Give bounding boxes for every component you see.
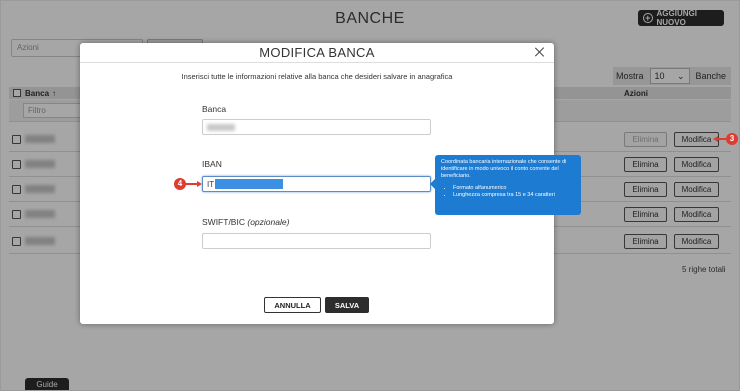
bank-value-blurred [207, 124, 235, 131]
save-button[interactable]: SALVA [325, 297, 369, 313]
iban-input[interactable]: IT [202, 176, 431, 192]
tooltip-item: Formato alfanumerico [453, 185, 575, 192]
step-marker-3: 3 [726, 133, 738, 145]
bank-input[interactable] [202, 119, 431, 135]
modal-title: MODIFICA BANCA [80, 43, 554, 63]
arrow-line [717, 138, 726, 140]
tooltip-text: Coordinata bancaria internazionale che c… [441, 159, 567, 179]
modal-intro: Inserisci tutte le informazioni relative… [181, 72, 453, 81]
swift-label: SWIFT/BIC (opzionale) [202, 217, 289, 227]
screen: BANCHE + AGGIUNGI NUOVO Azioni Mostra 10… [0, 0, 740, 391]
iban-label: IBAN [202, 159, 222, 169]
bank-label: Banca [202, 104, 227, 114]
cancel-button[interactable]: ANNULLA [264, 297, 321, 313]
swift-label-text: SWIFT/BIC [202, 217, 245, 227]
tooltip-item: Lunghezza compresa tra 15 e 34 caratteri [453, 192, 575, 199]
tooltip-list: Formato alfanumerico Lunghezza compresa … [441, 185, 575, 199]
iban-value-redacted [215, 179, 284, 189]
iban-prefix: IT [207, 179, 215, 189]
swift-optional: (opzionale) [247, 217, 290, 227]
swift-input[interactable] [202, 233, 431, 249]
iban-help-tooltip: Coordinata bancaria internazionale che c… [430, 155, 581, 215]
close-icon[interactable] [534, 46, 546, 58]
step-marker-4: 4 [174, 178, 186, 190]
arrow-right-icon [197, 181, 202, 187]
